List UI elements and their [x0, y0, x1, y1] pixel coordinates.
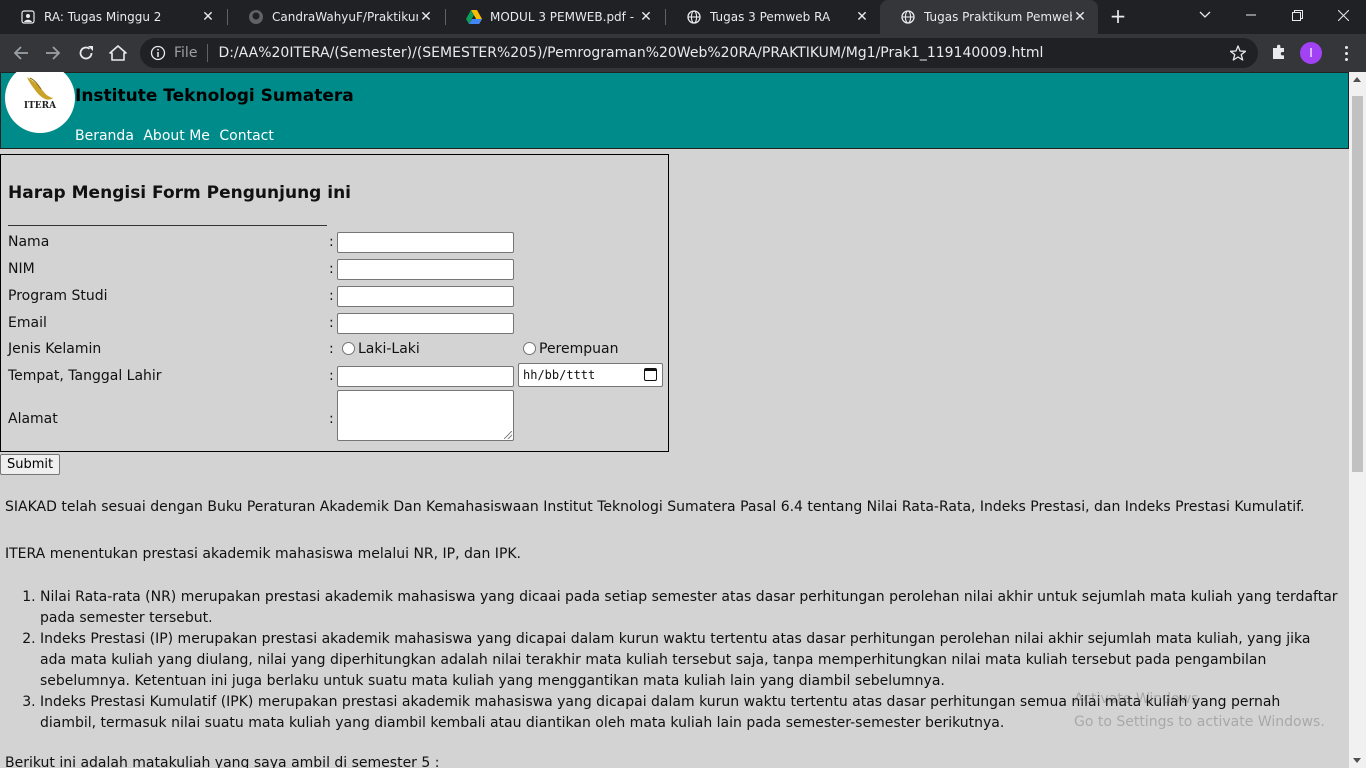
resize-grip-icon[interactable] — [504, 431, 512, 439]
nav-link-beranda[interactable]: Beranda — [75, 128, 134, 144]
browser-toolbar: File D:/AA%20ITERA/(Semester)/(SEMESTER%… — [0, 34, 1366, 72]
minimize-button[interactable] — [1228, 0, 1274, 30]
label-laki-laki: Laki-Laki — [358, 341, 420, 357]
label-email: Email — [8, 315, 47, 331]
paragraph-matakuliah: Berikut ini adalah matakuliah yang saya … — [5, 755, 440, 768]
forward-arrow-icon[interactable] — [40, 40, 66, 66]
input-tanggal-lahir[interactable]: hh/bb/tttt — [518, 363, 663, 387]
close-tab-icon[interactable]: ✕ — [418, 9, 434, 25]
tab-search-icon[interactable] — [1182, 0, 1228, 30]
scroll-up-arrow-icon[interactable] — [1353, 77, 1361, 82]
prestasi-list: Nilai Rata-rata (NR) merupakan prestasi … — [40, 587, 1340, 734]
form-title: Harap Mengisi Form Pengunjung ini — [8, 183, 352, 203]
tab-modul-pdf[interactable]: MODUL 3 PEMWEB.pdf - Goo ✕ — [446, 0, 664, 34]
close-tab-icon[interactable]: ✕ — [854, 9, 870, 25]
colon: : — [329, 411, 334, 427]
label-alamat: Alamat — [8, 411, 58, 427]
scrollbar-thumb[interactable] — [1352, 96, 1363, 472]
radio-laki-laki[interactable] — [342, 342, 355, 355]
tab-strip: RA: Tugas Minggu 2 ✕ CandraWahyuF/Prakti… — [0, 0, 1366, 34]
input-email[interactable] — [337, 313, 514, 334]
google-drive-icon — [466, 9, 482, 25]
itera-favicon-icon — [20, 9, 36, 25]
tab-tugas-praktikum-active[interactable]: Tugas Praktikum Pemweb Ra ✕ — [880, 0, 1098, 34]
nav-link-contact[interactable]: Contact — [219, 128, 273, 144]
colon: : — [329, 315, 334, 331]
site-title: Institute Teknologi Sumatera — [75, 86, 354, 106]
reload-icon[interactable] — [73, 40, 99, 66]
extensions-puzzle-icon[interactable] — [1270, 43, 1290, 63]
tab-ra-tugas[interactable]: RA: Tugas Minggu 2 ✕ — [0, 0, 226, 34]
tab-title: CandraWahyuF/Praktikum-W — [272, 10, 418, 24]
globe-icon — [686, 9, 702, 25]
logo-text: ITERA — [23, 101, 57, 111]
tab-github[interactable]: CandraWahyuF/Praktikum-W ✕ — [228, 0, 444, 34]
form-divider — [8, 225, 327, 226]
textarea-alamat[interactable] — [337, 390, 514, 441]
close-window-button[interactable] — [1320, 0, 1366, 30]
colon: : — [329, 261, 334, 277]
tab-title: MODUL 3 PEMWEB.pdf - Goo — [490, 10, 638, 24]
submit-button[interactable]: Submit — [0, 454, 61, 475]
site-header: ITERA Institute Teknologi Sumatera Beran… — [0, 72, 1349, 149]
input-nama[interactable] — [337, 232, 514, 253]
tab-title: Tugas 3 Pemweb RA — [710, 10, 831, 24]
label-jenis-kelamin: Jenis Kelamin — [8, 341, 102, 357]
main-nav: Beranda About Me Contact — [75, 128, 279, 144]
address-bar[interactable]: File D:/AA%20ITERA/(Semester)/(SEMESTER%… — [140, 38, 1258, 68]
activate-windows-subtitle: Go to Settings to activate Windows. — [1074, 714, 1325, 730]
info-icon[interactable] — [150, 45, 166, 61]
list-item-nr: Nilai Rata-rata (NR) merupakan prestasi … — [40, 587, 1340, 629]
radio-perempuan[interactable] — [523, 342, 536, 355]
label-nim: NIM — [8, 261, 35, 277]
tab-tugas3[interactable]: Tugas 3 Pemweb RA ✕ — [666, 0, 880, 34]
tab-title: Tugas Praktikum Pemweb Ra — [924, 10, 1072, 24]
url-text[interactable]: D:/AA%20ITERA/(Semester)/(SEMESTER%205)/… — [218, 45, 1043, 61]
menu-kebab-icon[interactable] — [1336, 43, 1356, 63]
scroll-down-arrow-icon[interactable] — [1353, 758, 1361, 763]
label-tempat-tanggal-lahir: Tempat, Tanggal Lahir — [8, 368, 162, 384]
input-nim[interactable] — [337, 259, 514, 280]
close-tab-icon[interactable]: ✕ — [200, 9, 216, 25]
globe-icon — [900, 9, 916, 25]
colon: : — [329, 288, 334, 304]
back-arrow-icon[interactable] — [8, 40, 34, 66]
omnibox-divider — [207, 44, 209, 62]
nav-link-about-me[interactable]: About Me — [143, 128, 210, 144]
paragraph-siakad: SIAKAD telah sesuai dengan Buku Peratura… — [5, 499, 1305, 515]
close-tab-icon[interactable]: ✕ — [638, 9, 654, 25]
itera-logo: ITERA — [5, 72, 75, 133]
paragraph-itera-prestasi: ITERA menentukan prestasi akademik mahas… — [5, 546, 522, 562]
url-scheme: File — [174, 45, 198, 61]
page-viewport: ITERA Institute Teknologi Sumatera Beran… — [0, 72, 1349, 768]
colon: : — [329, 368, 334, 384]
label-nama: Nama — [8, 234, 50, 250]
vertical-scrollbar[interactable] — [1349, 72, 1366, 768]
close-tab-icon[interactable]: ✕ — [1072, 9, 1088, 25]
activate-windows-title: Activate Windows — [1074, 691, 1199, 707]
tab-title: RA: Tugas Minggu 2 — [44, 10, 162, 24]
input-program-studi[interactable] — [337, 286, 514, 307]
calendar-icon[interactable] — [644, 368, 657, 381]
restore-button[interactable] — [1274, 0, 1320, 30]
home-icon[interactable] — [105, 40, 131, 66]
colon: : — [329, 234, 334, 250]
label-program-studi: Program Studi — [8, 288, 108, 304]
input-tempat-lahir[interactable] — [337, 366, 514, 387]
profile-avatar[interactable]: I — [1300, 42, 1322, 64]
bookmark-star-icon[interactable] — [1229, 45, 1247, 61]
colon: : — [329, 341, 334, 357]
github-icon — [248, 9, 264, 25]
date-placeholder: hh/bb/tttt — [523, 368, 596, 382]
list-item-ip: Indeks Prestasi (IP) merupakan prestasi … — [40, 629, 1340, 692]
visitor-form: Harap Mengisi Form Pengunjung ini Nama :… — [0, 154, 669, 452]
new-tab-button[interactable]: + — [1106, 5, 1130, 29]
label-perempuan: Perempuan — [539, 341, 619, 357]
